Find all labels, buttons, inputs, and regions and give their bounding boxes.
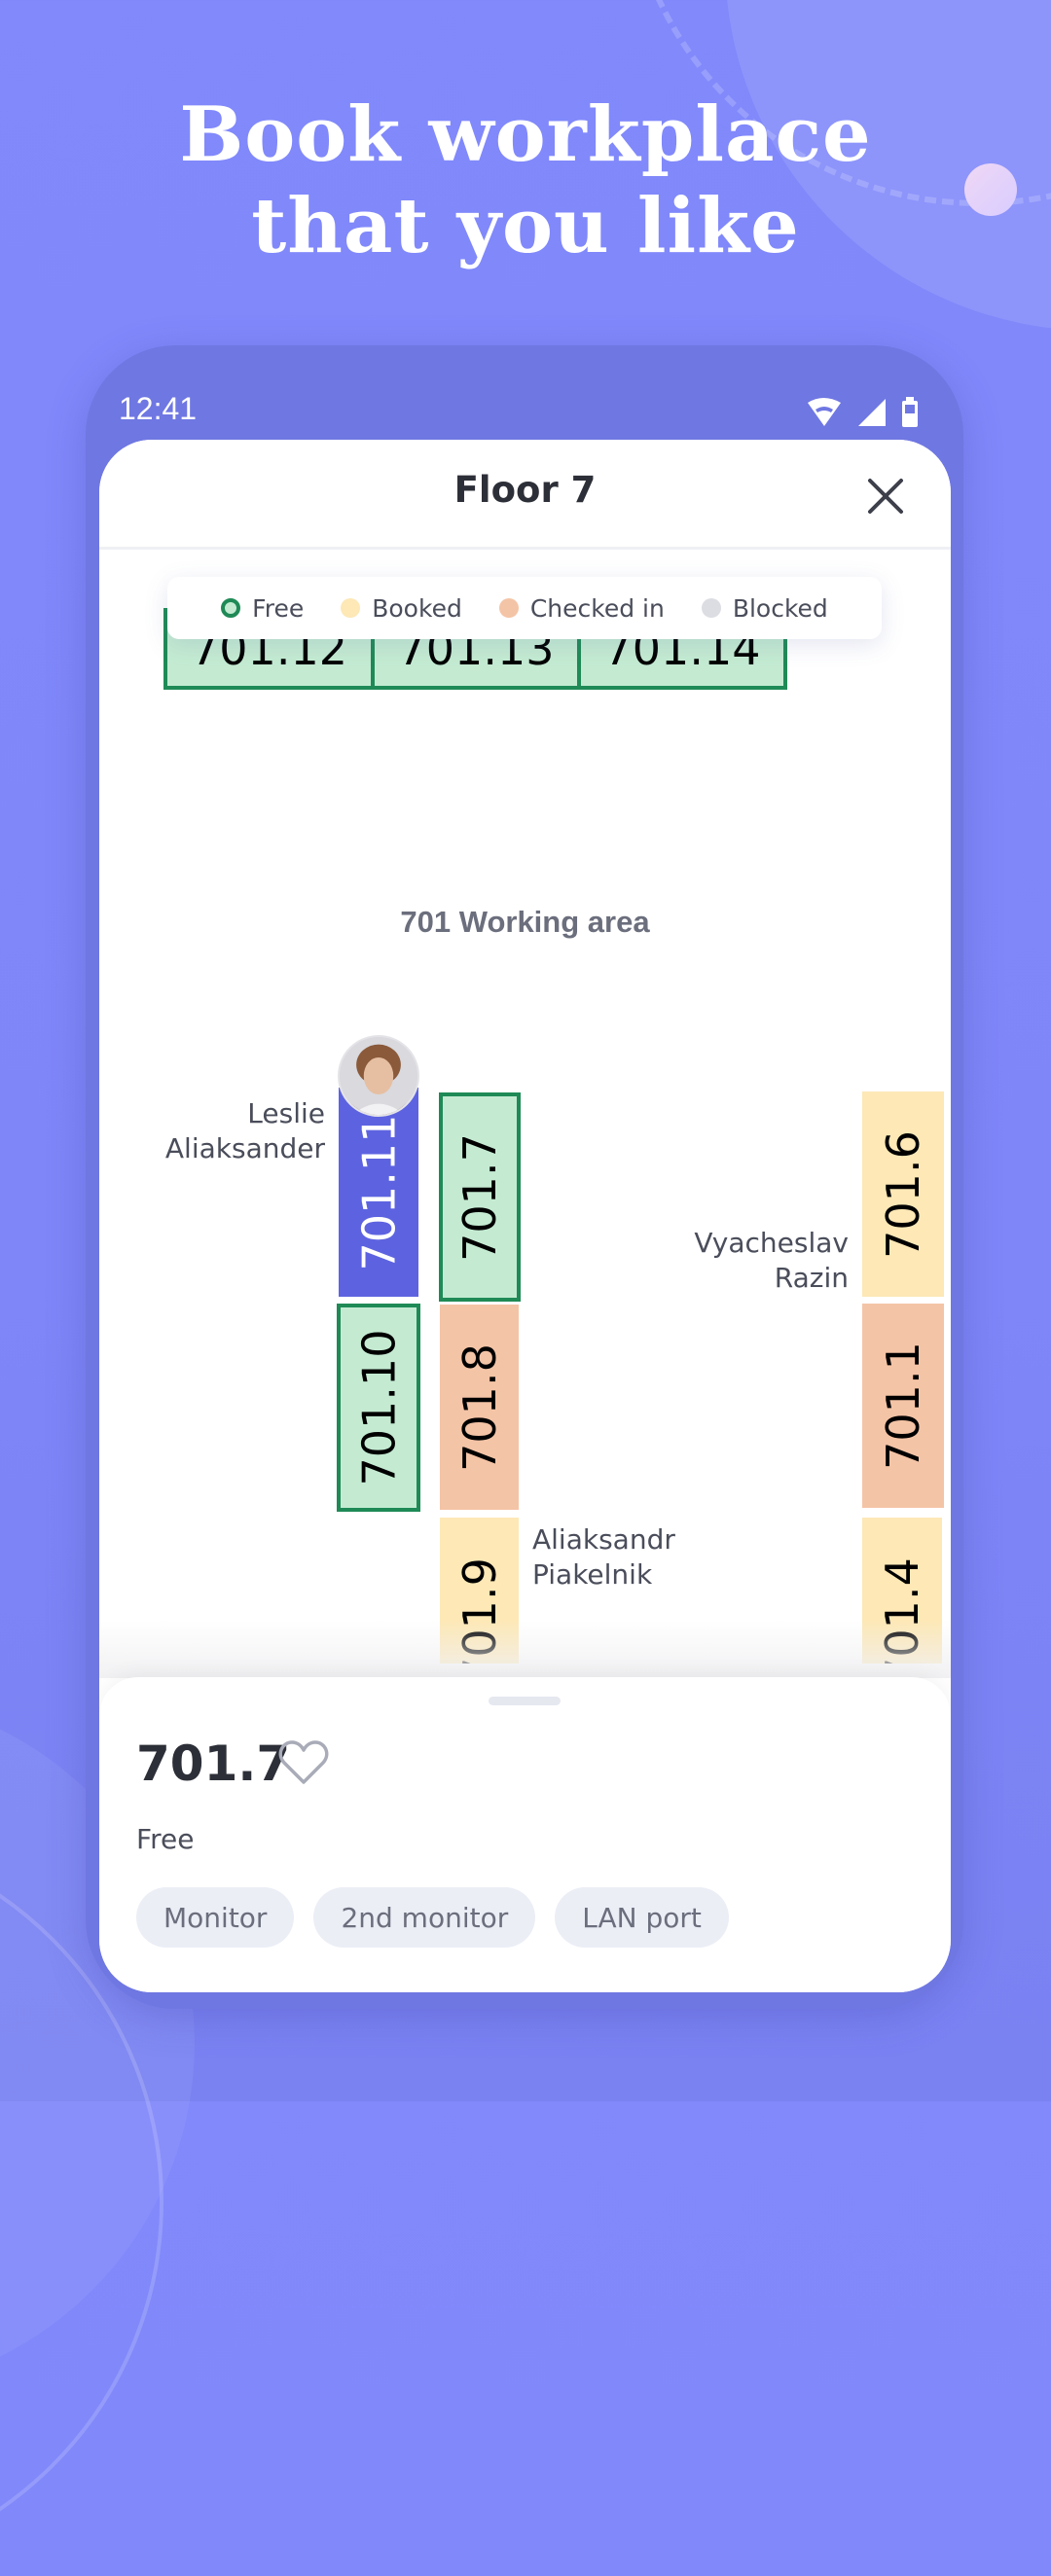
desk-701-11[interactable]: 701.11 [339,1088,418,1297]
area-label: 701 Working area [400,905,650,939]
desk-label: 701.8 [453,1342,506,1472]
amenity-chip-monitor: Monitor [136,1887,295,1948]
free-dot-icon [221,598,241,618]
heart-outline-icon[interactable] [278,1739,329,1786]
desk-label: 701.10 [352,1329,405,1486]
amenity-chip-2nd-monitor: 2nd monitor [313,1887,536,1948]
person-first-name: Vyacheslav [694,1227,849,1259]
floor-map[interactable]: Free Booked Checked in Blocked 701.12 70… [99,550,951,1678]
legend-item-checked-in: Checked in [498,593,665,623]
blocked-dot-icon [701,598,721,618]
battery-icon [902,397,918,427]
person-name-vyacheslav: Vyacheslav Razin [586,1226,849,1296]
desk-label: 701.11 [352,1114,405,1270]
close-icon[interactable] [864,475,907,518]
person-last-name: Aliaksander [164,1132,325,1164]
screen-header: Floor 7 [99,440,951,550]
desk-label: 701.6 [877,1129,930,1259]
desk-label: 701.1 [877,1342,930,1470]
person-last-name: Razin [774,1262,849,1294]
legend-label: Checked in [529,593,665,623]
sheet-drag-handle[interactable] [489,1697,561,1705]
desk-details-sheet: 701.7 Free Monitor 2nd monitor LAN port [99,1677,951,1992]
wifi-icon [808,398,841,426]
selected-desk-title: 701.7 [136,1735,291,1792]
checked-in-dot-icon [498,598,519,618]
status-legend: Free Booked Checked in Blocked [167,577,882,639]
promo-headline: Book workplace that you like [0,89,1051,272]
legend-item-free: Free [221,594,304,623]
desk-701-8[interactable]: 701.8 [440,1305,519,1510]
desk-701-6[interactable]: 701.6 [862,1091,944,1297]
legend-label: Booked [372,593,462,623]
amenity-chip-lan-port: LAN port [555,1887,729,1948]
person-first-name: Aliaksandr [532,1523,675,1556]
booked-dot-icon [341,598,361,618]
status-icons [808,397,918,427]
legend-label: Free [252,593,305,623]
headline-line-2: that you like [251,182,800,270]
legend-item-blocked: Blocked [701,593,828,623]
status-time: 12:41 [119,391,198,426]
avatar[interactable] [338,1035,419,1117]
legend-item-booked: Booked [341,594,462,623]
page-title: Floor 7 [453,469,597,511]
desk-701-1[interactable]: 701.1 [862,1304,944,1508]
desk-701-7[interactable]: 701.7 [439,1092,521,1302]
amenity-chips: Monitor 2nd monitor LAN port [136,1887,729,1948]
desk-701-10[interactable]: 701.10 [337,1304,420,1512]
desk-label: 701.7 [453,1132,507,1262]
map-fade [99,1620,951,1678]
person-first-name: Leslie [247,1097,325,1129]
cellular-signal-icon [858,399,886,426]
headline-line-1: Book workplace [179,90,872,179]
person-last-name: Piakelnik [532,1558,653,1591]
selected-desk-status: Free [136,1823,195,1855]
person-name-leslie: Leslie Aliaksander [119,1096,325,1166]
floor-plan-screen: Floor 7 Free Booked Checked in Blocked 7… [99,440,951,1992]
person-name-aliaksandr: Aliaksandr Piakelnik [532,1522,675,1592]
legend-label: Blocked [732,593,828,623]
person-avatar-icon [340,1037,417,1115]
